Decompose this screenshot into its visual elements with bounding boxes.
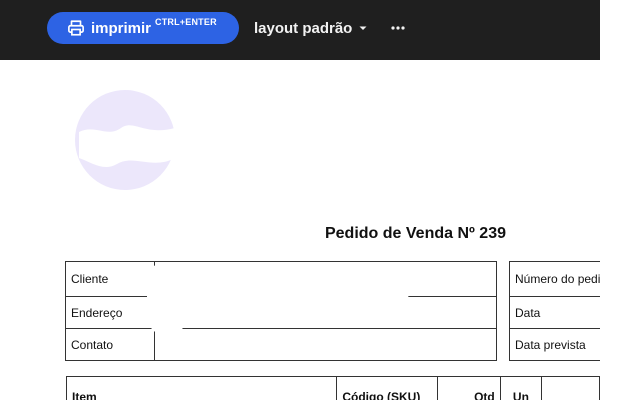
company-logo bbox=[75, 90, 175, 190]
layout-dropdown-label: layout padrão bbox=[254, 19, 353, 37]
more-horizontal-icon bbox=[391, 26, 405, 30]
expected-date-label: Data prevista bbox=[508, 328, 600, 361]
page-margin bbox=[600, 0, 640, 400]
toolbar: imprimir CTRL+ENTER layout padrão bbox=[0, 0, 600, 60]
order-number-label: Número do pedido bbox=[508, 261, 600, 297]
table-header-row: Item Código (SKU) Qtd Un bbox=[65, 376, 600, 400]
document-title: Pedido de Venda Nº 239 bbox=[324, 225, 506, 242]
print-label: imprimir bbox=[91, 19, 152, 37]
qtd-header: Qtd bbox=[437, 376, 501, 400]
redacted-area bbox=[147, 266, 187, 336]
print-button[interactable]: imprimir CTRL+ENTER bbox=[47, 12, 239, 44]
print-shortcut-hint: CTRL+ENTER bbox=[155, 17, 217, 27]
extra-header bbox=[541, 376, 600, 400]
date-label: Data bbox=[508, 296, 600, 329]
layout-dropdown[interactable]: layout padrão bbox=[254, 18, 368, 38]
sku-header: Código (SKU) bbox=[336, 376, 439, 400]
item-header: Item bbox=[65, 376, 338, 400]
un-header: Un bbox=[499, 376, 543, 400]
order-meta-table: Número do pedido Data Data prevista bbox=[508, 261, 600, 361]
printer-icon bbox=[68, 20, 84, 36]
more-options-button[interactable] bbox=[389, 18, 407, 38]
chevron-down-icon bbox=[359, 26, 367, 30]
client-label: Cliente bbox=[65, 261, 155, 297]
items-table: Item Código (SKU) Qtd Un bbox=[65, 376, 600, 400]
contact-value bbox=[154, 328, 497, 361]
document-sheet: Pedido de Venda Nº 239 Cliente Endereço … bbox=[43, 60, 600, 400]
redacted-area bbox=[148, 265, 410, 301]
contact-label: Contato bbox=[65, 328, 155, 361]
